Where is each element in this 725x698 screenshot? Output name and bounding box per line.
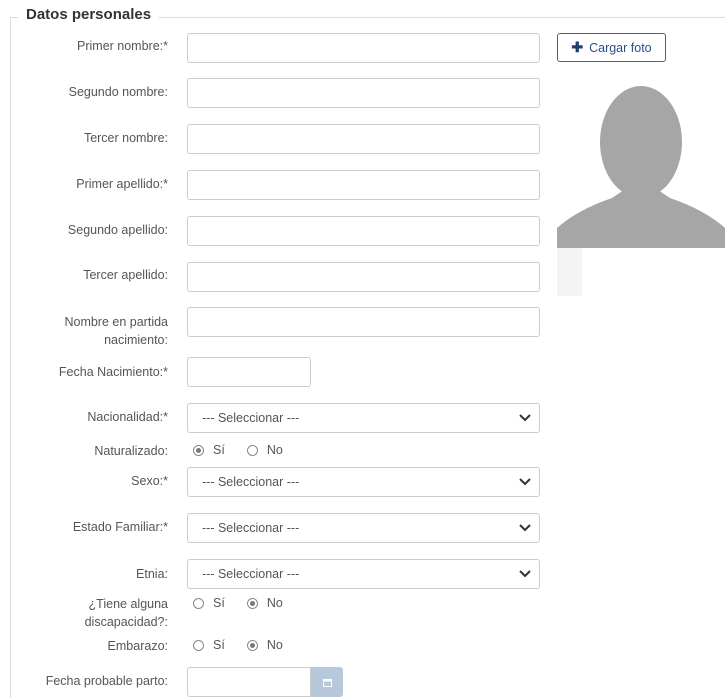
primer-apellido-input[interactable] [187, 170, 540, 200]
radio-unchecked-icon[interactable] [246, 444, 258, 456]
discapacidad-radio-group: Sí No [193, 596, 305, 610]
radio-unchecked-icon[interactable] [193, 639, 204, 651]
primer-nombre-input[interactable] [187, 33, 540, 63]
nacionalidad-selected: --- Seleccionar --- [202, 411, 300, 425]
fecha-nacimiento-input[interactable] [187, 357, 311, 387]
upload-photo-label: Cargar foto [589, 40, 652, 55]
label-embarazo: Embarazo: [107, 639, 168, 653]
sexo-selected: --- Seleccionar --- [202, 475, 300, 489]
calendar-button[interactable] [311, 667, 343, 697]
radio-checked-icon[interactable] [246, 639, 258, 651]
discapacidad-si-label: Sí [213, 596, 225, 610]
nombre-partida-input[interactable] [187, 307, 540, 337]
label-etnia: Etnia: [136, 567, 168, 581]
embarazo-radio-group: Sí No [193, 638, 305, 652]
embarazo-no-label: No [266, 638, 283, 652]
embarazo-si-label: Sí [213, 638, 225, 652]
fieldset-border-left [10, 17, 11, 698]
etnia-selected: --- Seleccionar --- [202, 567, 300, 581]
segundo-apellido-input[interactable] [187, 216, 540, 246]
label-nombre-partida-line1: Nombre en partida [64, 315, 168, 329]
naturalizado-si-label: Sí [213, 443, 225, 457]
embarazo-no-option[interactable]: No [246, 638, 283, 652]
embarazo-si-option[interactable]: Sí [193, 638, 225, 652]
avatar-placeholder-icon [557, 86, 725, 248]
chevron-down-icon [519, 570, 531, 578]
etnia-select[interactable]: --- Seleccionar --- [187, 559, 540, 589]
label-fecha-nacimiento: Fecha Nacimiento:* [58, 365, 168, 379]
label-estado-familiar: Estado Familiar:* [72, 520, 168, 534]
naturalizado-no-label: No [266, 443, 283, 457]
naturalizado-si-option[interactable]: Sí [193, 443, 225, 457]
discapacidad-no-option[interactable]: No [246, 596, 283, 610]
chevron-down-icon [519, 478, 531, 486]
chevron-down-icon [519, 414, 531, 422]
fecha-parto-input[interactable] [187, 667, 311, 697]
label-nacionalidad: Nacionalidad:* [87, 410, 168, 424]
label-nombre-partida-line2: nacimiento: [104, 333, 168, 347]
tercer-apellido-input[interactable] [187, 262, 540, 292]
label-naturalizado: Naturalizado: [94, 444, 168, 458]
estado-familiar-select[interactable]: --- Seleccionar --- [187, 513, 540, 543]
label-discapacidad-line1: ¿Tiene alguna [88, 597, 168, 611]
plus-icon: ✚ [571, 39, 584, 55]
segundo-nombre-input[interactable] [187, 78, 540, 108]
radio-checked-icon[interactable] [193, 444, 204, 456]
discapacidad-si-option[interactable]: Sí [193, 596, 225, 610]
label-sexo: Sexo:* [131, 474, 168, 488]
label-segundo-apellido: Segundo apellido: [67, 223, 168, 237]
radio-checked-icon[interactable] [246, 597, 258, 609]
label-primer-apellido: Primer apellido:* [76, 177, 168, 191]
label-tercer-apellido: Tercer apellido: [83, 268, 168, 282]
calendar-icon [322, 678, 332, 687]
label-discapacidad-line2: discapacidad?: [84, 615, 168, 629]
avatar [557, 70, 725, 248]
naturalizado-no-option[interactable]: No [246, 443, 283, 457]
section-title: Datos personales [18, 6, 160, 23]
label-fecha-parto: Fecha probable parto: [45, 674, 168, 688]
radio-unchecked-icon[interactable] [193, 597, 204, 609]
upload-photo-button[interactable]: ✚ Cargar foto [557, 33, 666, 62]
nacionalidad-select[interactable]: --- Seleccionar --- [187, 403, 540, 433]
estado-familiar-selected: --- Seleccionar --- [202, 521, 300, 535]
avatar-shadow [557, 248, 582, 296]
label-segundo-nombre: Segundo nombre: [68, 85, 168, 99]
label-primer-nombre: Primer nombre:* [77, 39, 168, 53]
label-tercer-nombre: Tercer nombre: [83, 131, 168, 145]
tercer-nombre-input[interactable] [187, 124, 540, 154]
sexo-select[interactable]: --- Seleccionar --- [187, 467, 540, 497]
chevron-down-icon [519, 524, 531, 532]
naturalizado-radio-group: Sí No [193, 443, 305, 457]
discapacidad-no-label: No [266, 596, 283, 610]
